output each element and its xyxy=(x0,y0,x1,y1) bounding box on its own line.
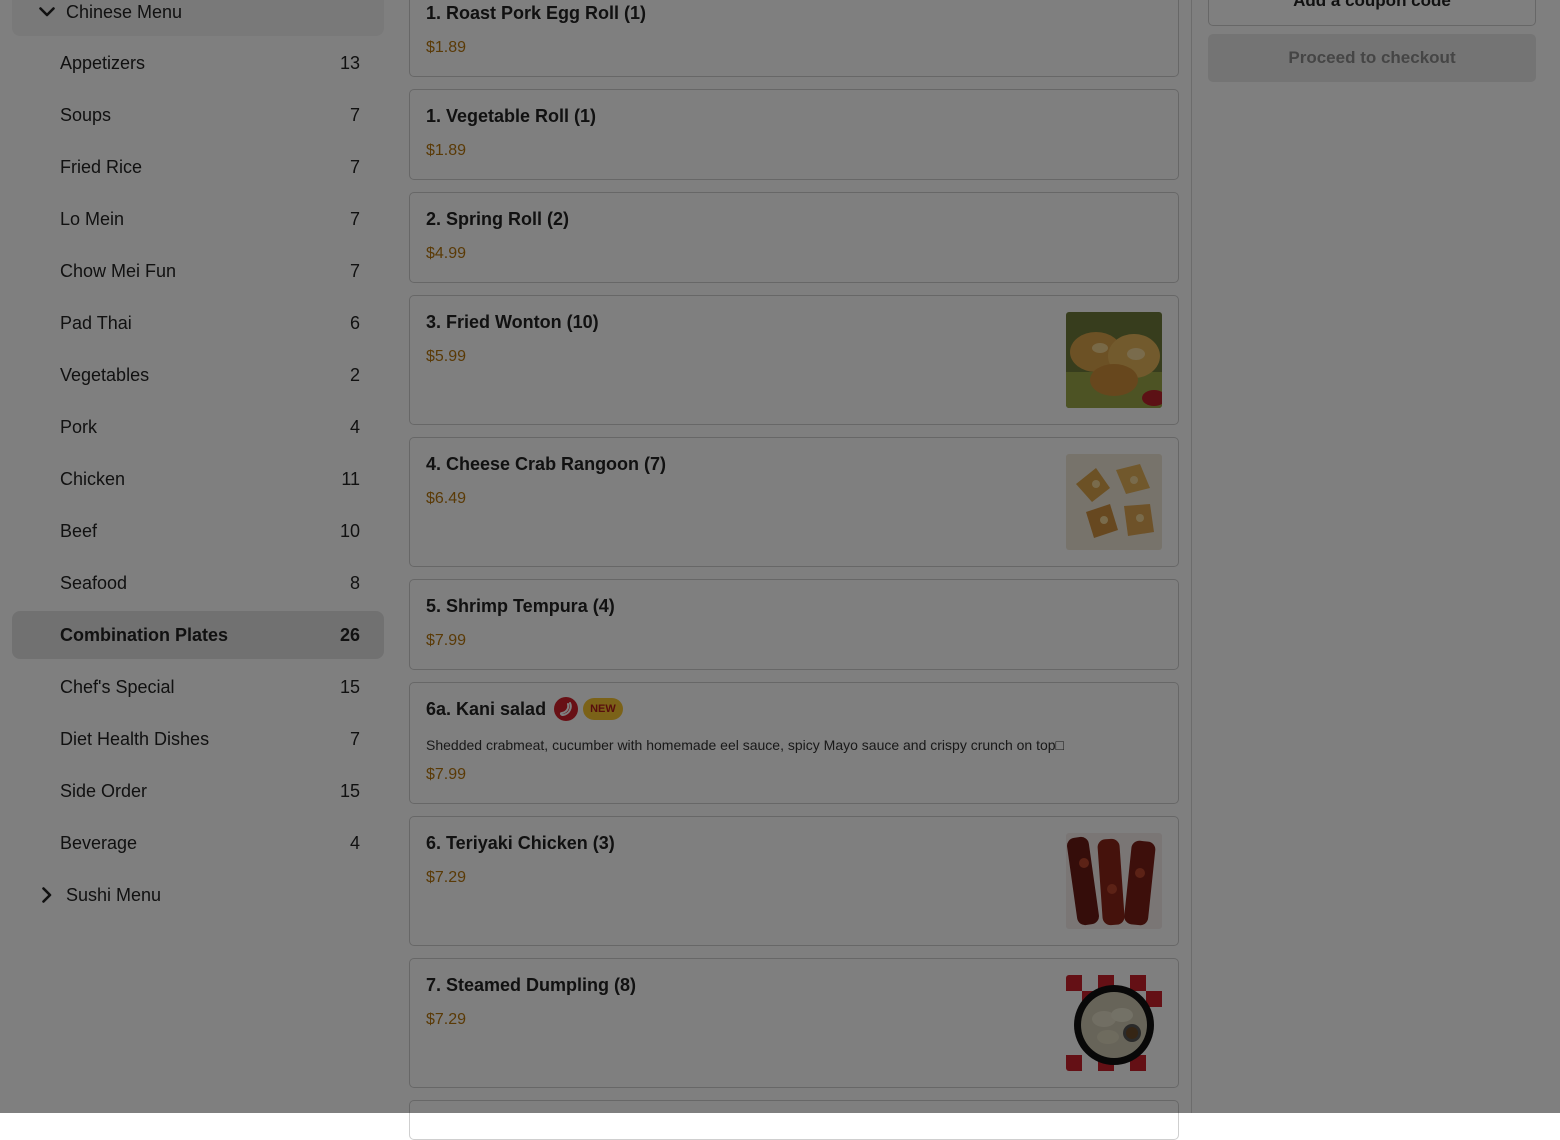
page: Chinese Menu Appetizers 13 Soups 7 Fried… xyxy=(0,0,1560,1140)
modal-overlay[interactable] xyxy=(0,0,1560,1113)
